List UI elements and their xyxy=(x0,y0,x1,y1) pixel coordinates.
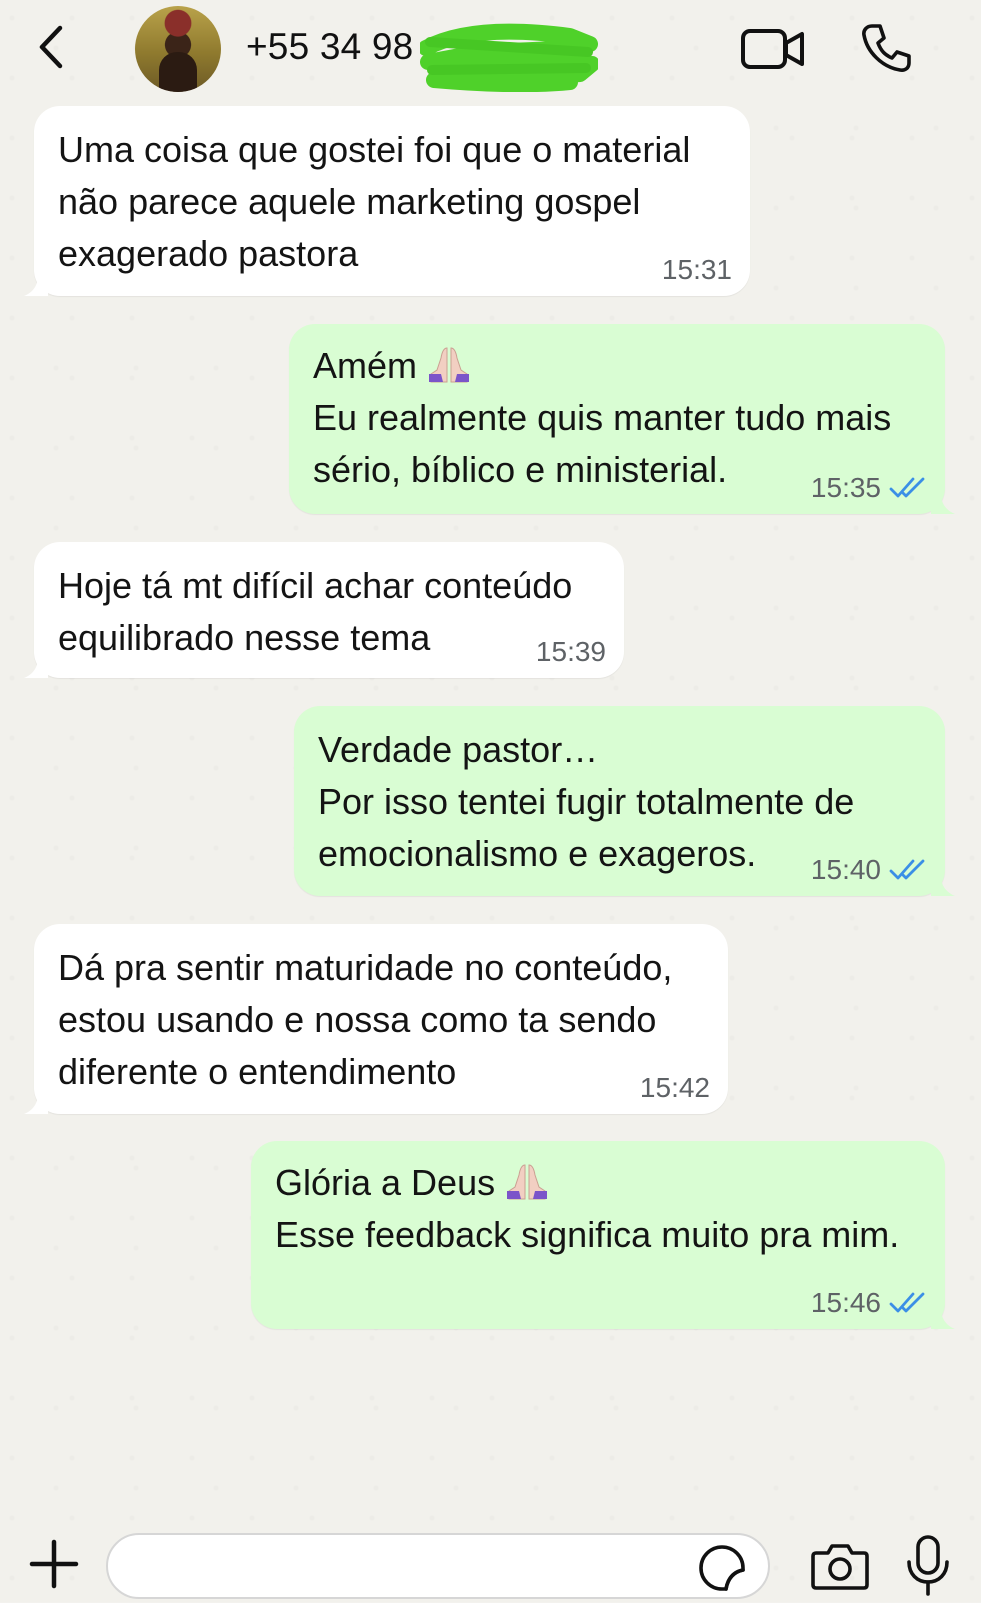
message-time: 15:40 xyxy=(810,854,881,885)
message-composer xyxy=(0,1520,981,1602)
message-meta: 15:40 xyxy=(811,854,927,886)
bubble-tail xyxy=(24,1094,48,1114)
bubble-tail xyxy=(24,658,48,678)
outgoing-message[interactable]: Verdade pastor… Por isso tentei fugir to… xyxy=(294,706,955,896)
incoming-message[interactable]: Hoje tá mt difícil achar conteúdo equili… xyxy=(24,542,624,678)
back-button[interactable] xyxy=(30,22,74,72)
bubble-tail xyxy=(931,876,955,896)
bubble-tail xyxy=(931,494,955,514)
redaction-scribble xyxy=(420,23,598,92)
message-text: Uma coisa que gostei foi que o material … xyxy=(58,129,691,274)
read-ticks-icon xyxy=(889,477,925,498)
praying-hands-emoji xyxy=(429,347,470,383)
video-call-button[interactable] xyxy=(740,26,806,72)
message-time: 15:35 xyxy=(810,472,881,503)
message-time: 15:42 xyxy=(639,1072,710,1103)
message-rest: Esse feedback significa muito pra mim. xyxy=(275,1214,900,1255)
message-first-line: Amém xyxy=(313,345,418,386)
message-meta: 15:39 xyxy=(536,636,606,668)
message-meta: 15:42 xyxy=(640,1072,710,1104)
back-arrow-icon xyxy=(39,25,63,69)
camera-button[interactable] xyxy=(810,1540,870,1592)
video-call-icon xyxy=(741,29,804,69)
voice-call-button[interactable] xyxy=(860,22,912,74)
message-text: Amém Eu realmente quis manter tudo mais … xyxy=(313,340,925,548)
message-input[interactable] xyxy=(106,1533,770,1599)
incoming-message[interactable]: Dá pra sentir maturidade no conteúdo, es… xyxy=(24,924,728,1114)
message-meta: 15:46 xyxy=(811,1287,927,1319)
microphone-icon xyxy=(907,1535,949,1596)
avatar-figure xyxy=(159,52,197,92)
camera-icon xyxy=(811,1544,869,1590)
bubble-tail xyxy=(931,1309,955,1329)
attach-button[interactable] xyxy=(26,1536,82,1592)
sticker-button[interactable] xyxy=(698,1544,746,1592)
message-time: 15:31 xyxy=(661,254,732,285)
message-time: 15:39 xyxy=(535,636,606,667)
read-ticks-icon xyxy=(889,1292,925,1313)
contact-name[interactable]: +55 34 98 xyxy=(246,26,413,68)
outgoing-message[interactable]: Amém Eu realmente quis manter tudo mais … xyxy=(289,324,955,514)
message-text: Hoje tá mt difícil achar conteúdo equili… xyxy=(58,565,573,658)
avatar[interactable] xyxy=(135,6,221,92)
bubble-tail xyxy=(24,276,48,296)
praying-hands-emoji xyxy=(507,1164,548,1200)
incoming-message[interactable]: Uma coisa que gostei foi que o material … xyxy=(24,106,750,296)
message-text: Dá pra sentir maturidade no conteúdo, es… xyxy=(58,947,673,1092)
message-time: 15:46 xyxy=(810,1287,881,1318)
message-meta: 15:35 xyxy=(811,472,927,504)
microphone-button[interactable] xyxy=(905,1534,951,1598)
plus-icon xyxy=(29,1539,79,1589)
chat-header: +55 34 98 xyxy=(0,0,981,98)
message-first-line: Glória a Deus xyxy=(275,1162,496,1203)
outgoing-message[interactable]: Glória a Deus Esse feedback significa mu… xyxy=(251,1141,955,1329)
sticker-icon xyxy=(699,1545,745,1591)
message-meta: 15:31 xyxy=(662,254,732,286)
read-ticks-icon xyxy=(889,859,925,880)
phone-call-icon xyxy=(862,24,911,72)
